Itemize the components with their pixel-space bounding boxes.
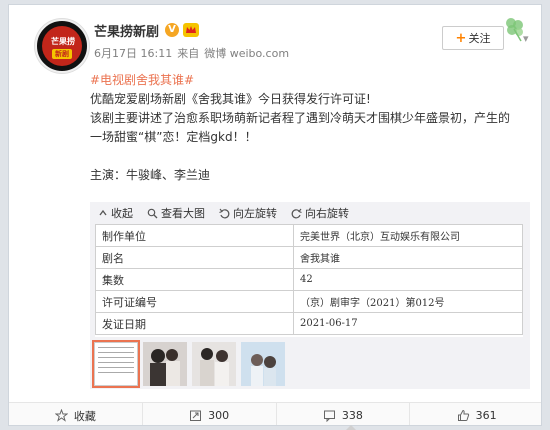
post-line-3: 一场甜蜜“棋”恋！定档gkd！！ [90, 130, 257, 144]
plus-icon: + [455, 30, 467, 46]
table-row: 集数 42 [95, 268, 523, 291]
table-key: 制作单位 [95, 224, 294, 247]
follow-button[interactable]: + 关注 [442, 26, 504, 50]
rotate-right-label: 向右旋转 [305, 207, 349, 220]
photo-3-drawing [241, 342, 285, 386]
follow-label: 关注 [468, 32, 491, 45]
thumb-line [98, 357, 134, 358]
table-value: 2021-06-17 [293, 312, 523, 335]
photo-2-drawing [192, 342, 236, 386]
rotate-left-button[interactable]: 向左旋转 [219, 205, 277, 221]
weibo-post-card: 芒果捞 新剧 芒果捞新剧 V 6月17日 16:11 来自 微博 weibo.c… [8, 4, 542, 426]
thumbs-up-icon [457, 409, 469, 421]
comment-button[interactable]: 338 [277, 403, 411, 425]
thumbnail-photo-1[interactable] [143, 342, 187, 386]
post-meta: 6月17日 16:11 来自 微博 weibo.com [94, 45, 289, 61]
table-row: 制作单位 完美世界（北京）互动娱乐有限公司 [95, 224, 523, 247]
table-row: 发证日期 2021-06-17 [95, 312, 523, 335]
post-line-2: 该剧主要讲述了治愈系职场萌新记者程了遇到冷萌天才围棋少年盛景初，产生的 [90, 111, 511, 125]
topic-tag-link[interactable]: #电视剧舍我其谁# [90, 73, 194, 87]
thumbnail-photo-3[interactable] [241, 342, 285, 386]
comment-caret [346, 425, 356, 430]
avatar-text-top: 芒果捞 [51, 37, 75, 46]
repost-icon [190, 410, 202, 421]
rotate-right-icon [291, 208, 302, 218]
chevron-down-icon[interactable]: ▾ [523, 32, 529, 45]
star-icon [54, 409, 68, 422]
thumb-line [98, 362, 134, 363]
table-value: 舍我其谁 [293, 246, 523, 269]
post-blank-line [90, 147, 530, 166]
post-source[interactable]: 微博 weibo.com [204, 45, 289, 61]
like-count: 361 [475, 409, 497, 422]
image-toolbar: 收起 查看大图 向左旋转 向右旋转 [90, 202, 349, 224]
post-via: 来自 [177, 47, 200, 60]
avatar-text-bottom: 新剧 [52, 49, 72, 59]
table-row: 许可证编号 （京）剧审字（2021）第012号 [95, 290, 523, 313]
repost-button[interactable]: 300 [143, 403, 277, 425]
rotate-left-icon [219, 208, 230, 218]
favorite-label: 收藏 [73, 409, 96, 423]
avatar-inner: 芒果捞 新剧 [42, 26, 82, 66]
table-key: 发证日期 [95, 312, 294, 335]
thumbnail-photo-2[interactable] [192, 342, 236, 386]
table-key: 集数 [95, 268, 294, 291]
thumb-line [98, 347, 134, 348]
favorite-button[interactable]: 收藏 [9, 403, 143, 425]
repost-count: 300 [208, 409, 230, 422]
verified-icon[interactable]: V [165, 23, 180, 37]
post-action-bar: 收藏 300 338 361 [9, 402, 541, 425]
license-document-image[interactable]: 制作单位 完美世界（北京）互动娱乐有限公司 剧名 舍我其谁 集数 42 许可证编… [95, 224, 523, 337]
rotate-left-label: 向左旋转 [233, 207, 277, 220]
thumb-line [98, 372, 134, 373]
post-line-4: 主演：牛骏峰、李兰迪 [90, 168, 211, 182]
vip-crown-icon[interactable] [183, 23, 200, 37]
table-value: 完美世界（北京）互动娱乐有限公司 [293, 224, 523, 247]
collapse-label: 收起 [111, 207, 133, 220]
table-value: （京）剧审字（2021）第012号 [293, 290, 523, 313]
like-button[interactable]: 361 [410, 403, 541, 425]
thumbnail-document[interactable] [92, 340, 140, 388]
rotate-right-button[interactable]: 向右旋转 [291, 205, 349, 221]
photo-1-drawing [143, 342, 187, 386]
post-content: #电视剧舍我其谁# 优酷宠爱剧场新剧《舍我其谁》今日获得发行许可证! 该剧主要讲… [90, 71, 530, 185]
view-large-label: 查看大图 [161, 207, 205, 220]
table-key: 许可证编号 [95, 290, 294, 313]
author-name[interactable]: 芒果捞新剧 [94, 21, 159, 40]
comment-count: 338 [341, 409, 363, 422]
thumb-line [98, 352, 134, 353]
post-line-1: 优酷宠爱剧场新剧《舍我其谁》今日获得发行许可证! [90, 92, 371, 106]
comment-icon [323, 410, 335, 422]
author-row: 芒果捞新剧 V [94, 21, 200, 40]
image-viewer: 收起 查看大图 向左旋转 向右旋转 制作单位 完美世界（北京）互动娱乐有限公司 [90, 202, 530, 389]
magnifier-icon [147, 208, 158, 218]
thumb-line [98, 367, 134, 368]
license-table: 制作单位 完美世界（北京）互动娱乐有限公司 剧名 舍我其谁 集数 42 许可证编… [95, 224, 523, 335]
collapse-button[interactable]: 收起 [98, 205, 133, 221]
table-row: 剧名 舍我其谁 [95, 246, 523, 269]
post-time[interactable]: 6月17日 16:11 [94, 45, 172, 61]
thumbnail-strip [92, 340, 285, 388]
view-large-button[interactable]: 查看大图 [147, 205, 205, 221]
table-value: 42 [293, 268, 523, 291]
table-key: 剧名 [95, 246, 294, 269]
collapse-icon [99, 209, 107, 216]
avatar[interactable]: 芒果捞 新剧 [35, 19, 89, 73]
